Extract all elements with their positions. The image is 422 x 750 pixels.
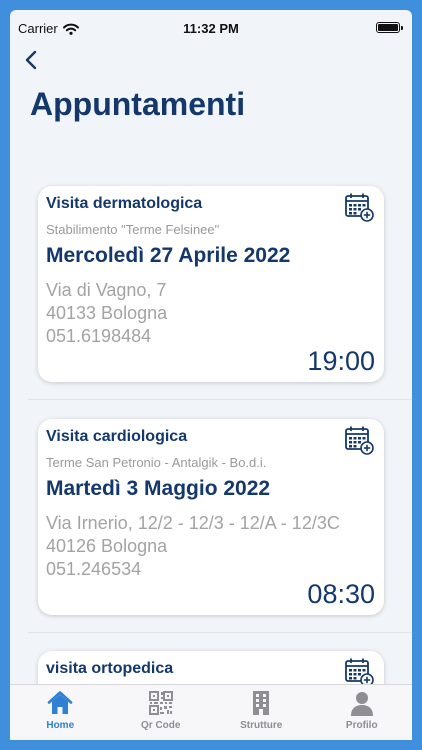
home-icon [47,691,73,714]
visit-type: Visita cardiologica [46,428,188,445]
appointment-date: Martedì 3 Maggio 2022 [46,477,271,500]
status-time: 11:32 PM [183,21,239,36]
phone-number[interactable]: 051.246534 [46,559,141,580]
add-to-calendar-icon[interactable] [344,657,374,687]
address-street: Via Irnerio, 12/2 - 12/3 - 12/A - 12/3C [46,513,340,533]
tab-label: Strutture [240,720,283,731]
tab-profilo[interactable]: Profilo [312,685,413,740]
facility-name: Stabilimento "Terme Felsinee" [46,222,220,237]
visit-type: visita ortopedica [46,660,174,677]
battery-icon [376,22,403,33]
tab-label: Qr Code [141,720,181,731]
tab-qr-code[interactable]: Qr Code [111,685,212,740]
building-icon [253,691,270,715]
appointment-card[interactable]: Visita cardiologica Terme San Petronio -… [38,419,384,615]
tab-label: Profilo [345,720,378,731]
back-button[interactable] [20,48,44,72]
address-street: Via di Vagno, 7 [46,280,167,300]
address-city: 40133 Bologna [46,303,168,323]
visit-type: Visita dermatologica [46,195,203,212]
address-city: 40126 Bologna [46,536,168,556]
tab-label: Home [46,720,75,731]
status-bar: Carrier 11:32 PM [10,10,412,46]
phone-number[interactable]: 051.6198484 [46,326,151,347]
tab-bar: Home Qr Code Strutture Profilo [10,684,412,740]
add-to-calendar-icon[interactable] [344,192,374,222]
appointment-date: Mercoledì 27 Aprile 2022 [46,244,291,267]
app-screen: Carrier 11:32 PM Appuntamenti Visita der… [10,10,412,740]
page-title: Appuntamenti [30,86,246,122]
list-separator [28,399,412,400]
tab-home[interactable]: Home [10,685,111,740]
facility-name: Terme San Petronio - Antalgik - Bo.d.i. [46,455,267,470]
appointment-card[interactable]: Visita dermatologica Stabilimento "Terme… [38,186,384,382]
qr-code-icon [148,691,173,715]
person-icon [350,692,373,716]
tab-strutture[interactable]: Strutture [211,685,312,740]
add-to-calendar-icon[interactable] [344,425,374,455]
appointment-time: 19:00 [307,346,375,376]
appointment-time: 08:30 [307,579,375,609]
list-separator [28,632,412,633]
